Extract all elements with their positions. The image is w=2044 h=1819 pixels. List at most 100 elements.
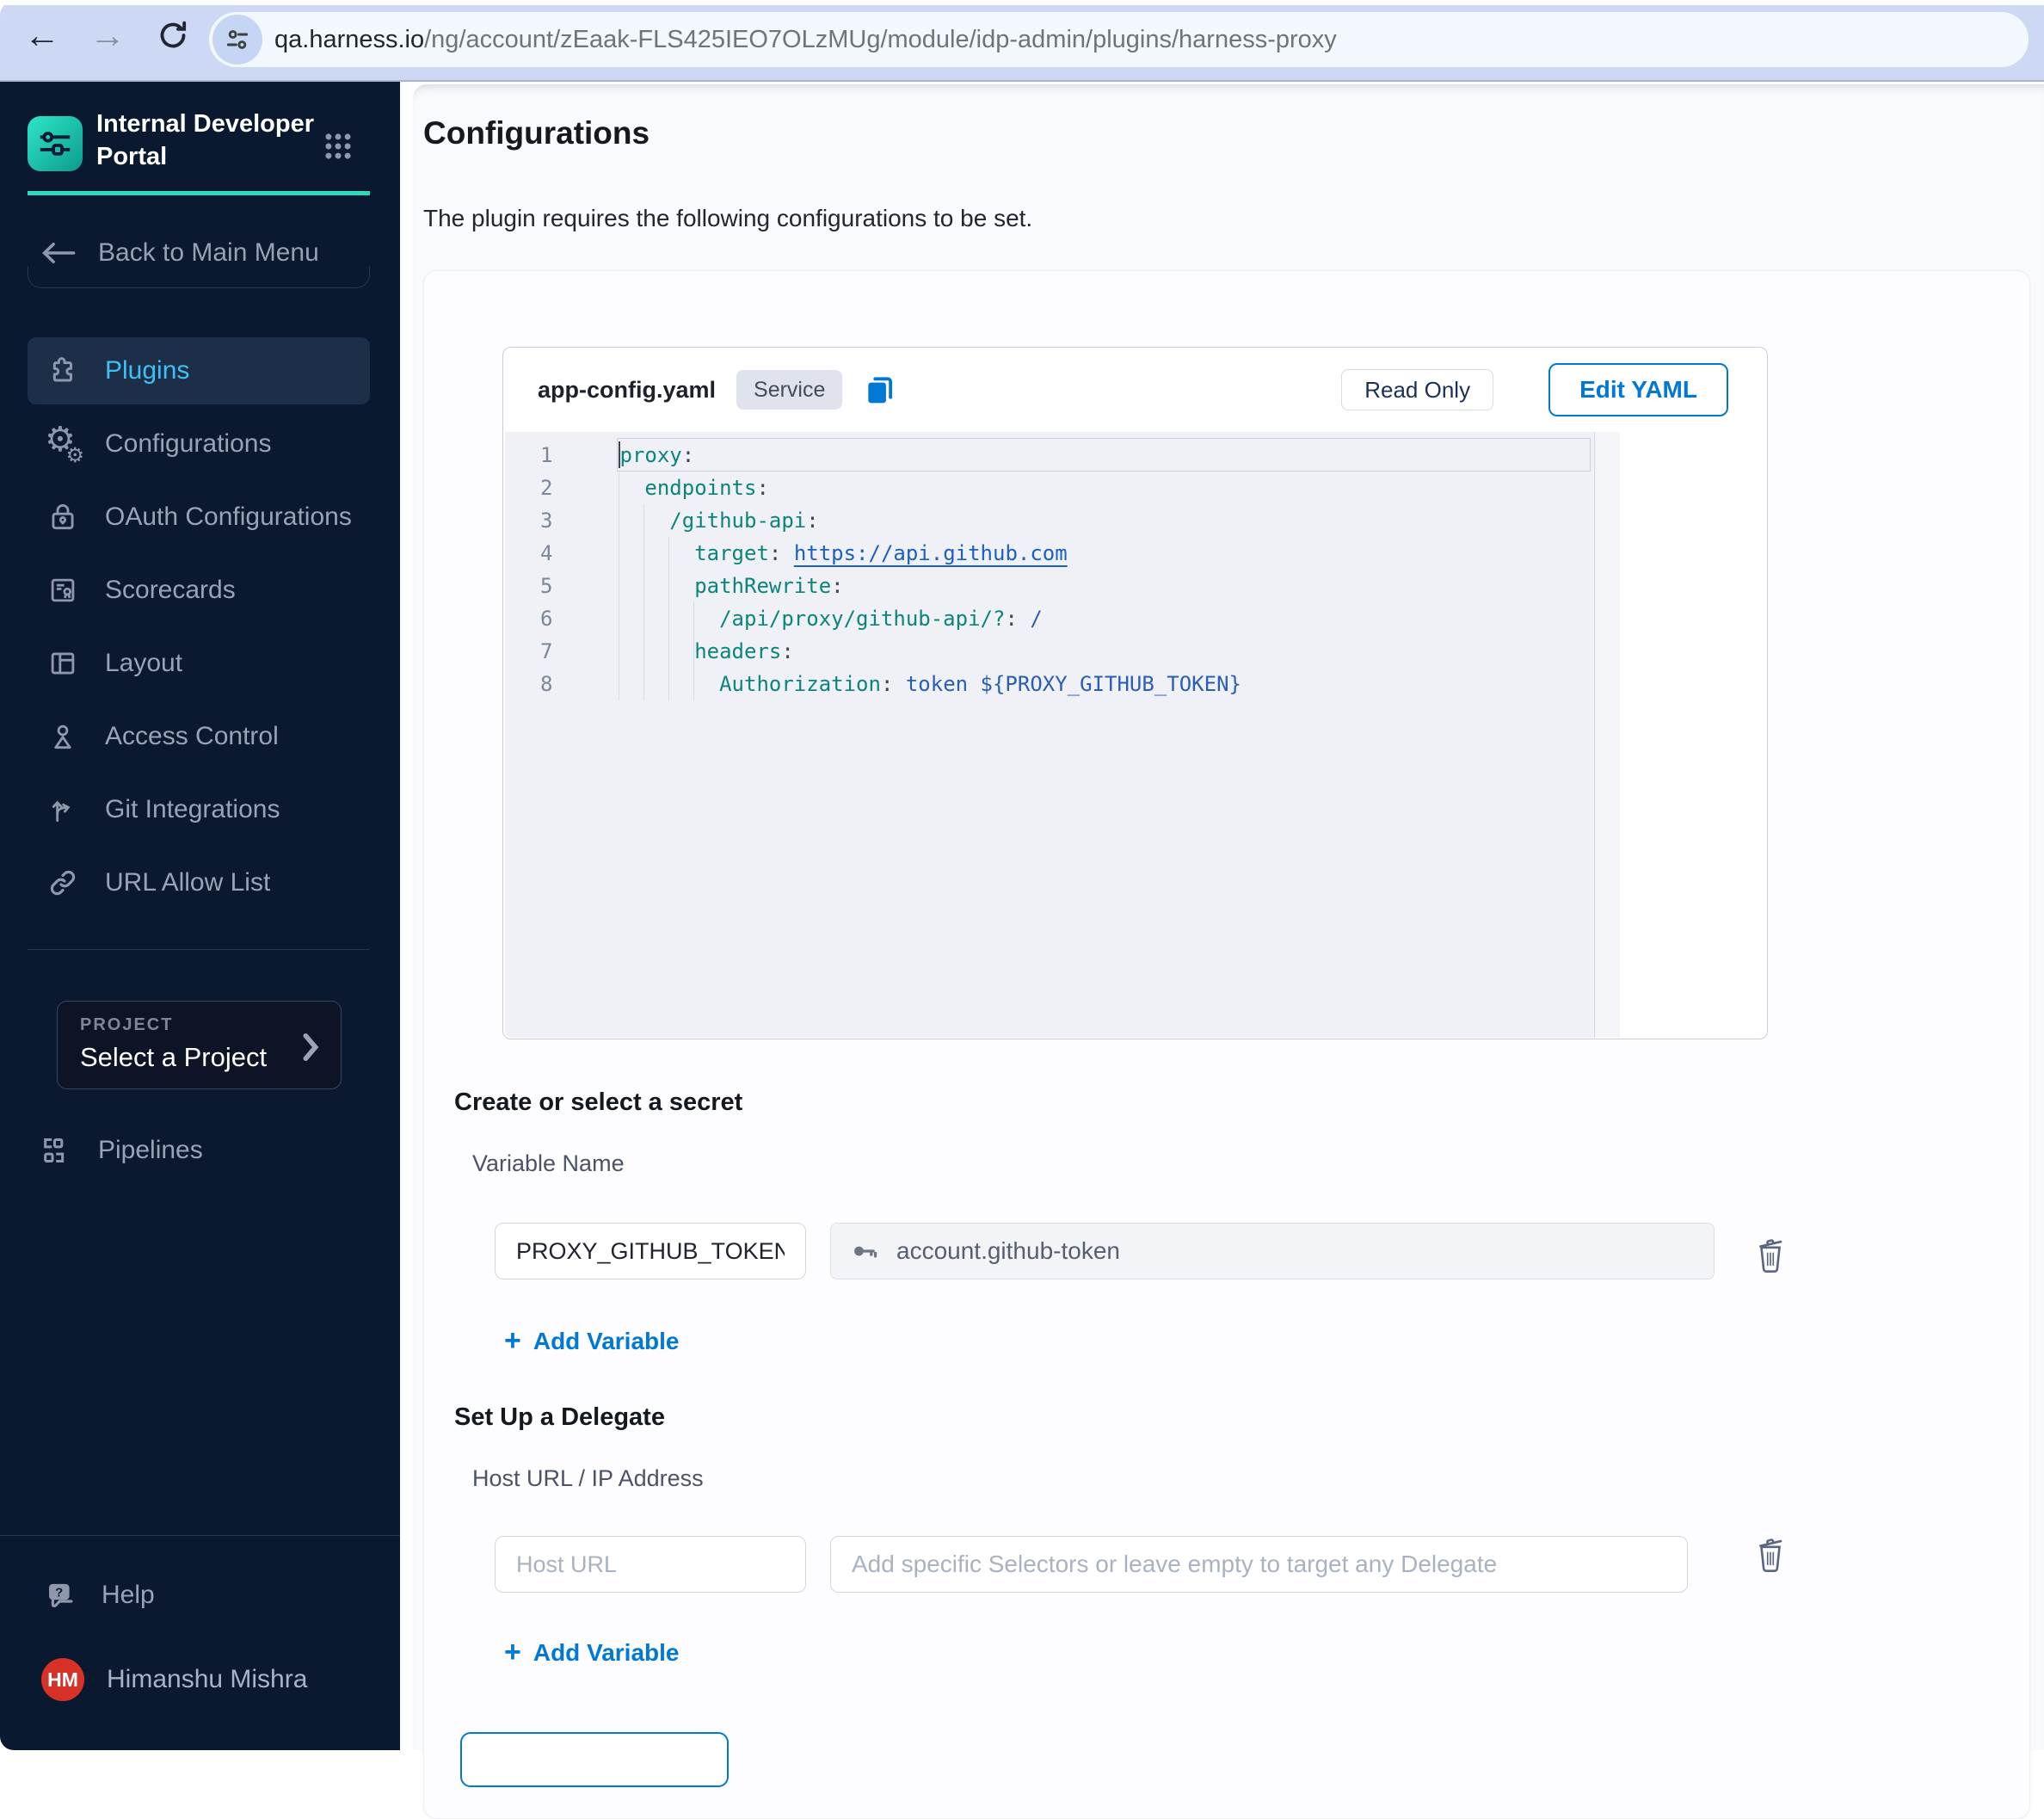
- chevron-right-icon: [303, 1033, 319, 1062]
- git-branch-icon: [45, 792, 81, 827]
- delete-delegate-row-button[interactable]: [1753, 1534, 1788, 1574]
- page-title: Configurations: [423, 115, 650, 151]
- line-number: 7: [540, 639, 553, 663]
- line-numbers: 1 2 3 4 5 6 7 8: [505, 439, 553, 700]
- arrow-left-icon: [42, 242, 76, 264]
- sidebar-footer-divider: [0, 1535, 400, 1536]
- avatar: HM: [41, 1658, 84, 1701]
- plus-icon: +: [504, 1324, 521, 1357]
- sidebar-item-label: Git Integrations: [105, 795, 280, 823]
- variable-name-label: Variable Name: [472, 1150, 625, 1176]
- sidebar-item-label: Configurations: [105, 429, 272, 458]
- variable-name-input[interactable]: [495, 1223, 806, 1279]
- sidebar: Internal Developer Portal Back to Main M…: [0, 82, 400, 1750]
- secret-section-heading: Create or select a secret: [454, 1088, 743, 1116]
- yaml-target-link[interactable]: https://api.github.com: [794, 541, 1068, 565]
- help-button[interactable]: ? Help: [43, 1577, 155, 1613]
- help-chat-icon: ?: [49, 1583, 73, 1607]
- delegate-section-heading: Set Up a Delegate: [454, 1403, 665, 1431]
- project-selector[interactable]: PROJECT Select a Project: [57, 1001, 342, 1089]
- save-configurations-button[interactable]: [460, 1732, 729, 1787]
- sidebar-item-pipelines[interactable]: Pipelines: [40, 1133, 203, 1168]
- sidebar-item-label: Plugins: [105, 356, 190, 385]
- delete-secret-row-button[interactable]: [1753, 1235, 1788, 1274]
- secret-value: account.github-token: [896, 1237, 1120, 1264]
- sidebar-item-git-integrations[interactable]: Git Integrations: [28, 776, 370, 843]
- configurations-card: app-config.yaml Service Read Only Edit Y…: [423, 270, 2030, 1819]
- secret-select-field[interactable]: account.github-token: [830, 1223, 1715, 1279]
- service-badge: Service: [736, 370, 843, 410]
- sidebar-item-label: Access Control: [105, 722, 279, 750]
- sidebar-item-plugins[interactable]: Plugins: [28, 337, 370, 404]
- gears-icon: ⚙ ⚙: [45, 421, 84, 467]
- line-number: 2: [540, 476, 553, 500]
- sidebar-item-configurations[interactable]: ⚙ ⚙ Configurations: [28, 410, 370, 478]
- code-line: /github-api:: [669, 509, 819, 533]
- idp-logo-icon: [40, 132, 71, 156]
- idp-logo[interactable]: [28, 116, 83, 171]
- line-number: 5: [540, 574, 553, 598]
- code-line: pathRewrite:: [694, 574, 844, 598]
- puzzle-icon: [45, 354, 81, 388]
- user-name: Himanshu Mishra: [107, 1665, 308, 1693]
- browser-back-button[interactable]: ←: [17, 10, 67, 60]
- code-line: Authorization: token ${PROXY_GITHUB_TOKE…: [719, 672, 1241, 696]
- site-info-button[interactable]: [212, 15, 262, 65]
- add-variable-label: Add Variable: [533, 1638, 680, 1666]
- scorecard-icon: [45, 574, 81, 607]
- host-url-label: Host URL / IP Address: [472, 1465, 704, 1491]
- copy-button[interactable]: [863, 373, 896, 407]
- sidebar-item-url-allow-list[interactable]: URL Allow List: [28, 849, 370, 916]
- sidebar-item-label: OAuth Configurations: [105, 503, 352, 531]
- read-only-button[interactable]: Read Only: [1341, 369, 1494, 410]
- trash-icon: [1759, 1538, 1782, 1573]
- address-bar[interactable]: qa.harness.io/ng/account/zEaak-FLS425IEO…: [209, 12, 2029, 67]
- tune-icon: [226, 30, 249, 49]
- grid-icon: [325, 133, 351, 159]
- yaml-editor[interactable]: 1 2 3 4 5 6 7 8 proxy: endpoints: /github-api: …: [504, 432, 1620, 1038]
- editor-scrollbar[interactable]: [1595, 432, 1620, 1038]
- sidebar-item-layout[interactable]: Layout: [28, 630, 370, 697]
- main-area: Configurations The plugin requires the f…: [400, 82, 2044, 1819]
- reload-icon: [160, 21, 187, 48]
- sidebar-item-scorecards[interactable]: Scorecards: [28, 557, 370, 624]
- yaml-filename: app-config.yaml: [538, 376, 717, 403]
- back-label: Back to Main Menu: [98, 238, 319, 267]
- code-line: headers:: [694, 639, 794, 663]
- browser-forward-button[interactable]: →: [83, 10, 132, 60]
- app-title: Internal Developer Portal: [96, 110, 315, 170]
- sidebar-item-oauth-configurations[interactable]: OAuth Configurations: [28, 484, 370, 551]
- delegate-selectors-input[interactable]: [830, 1536, 1688, 1593]
- browser-reload-button[interactable]: [148, 10, 198, 60]
- code-line: endpoints:: [644, 476, 769, 500]
- lock-icon: [45, 500, 81, 534]
- host-url-input[interactable]: [495, 1536, 806, 1593]
- layout-icon: [45, 647, 81, 680]
- page-subtitle: The plugin requires the following config…: [423, 205, 1033, 231]
- line-number: 4: [540, 541, 553, 565]
- yaml-card: app-config.yaml Service Read Only Edit Y…: [502, 347, 1768, 1039]
- add-variable-label: Add Variable: [533, 1327, 680, 1354]
- line-number: 1: [540, 443, 553, 467]
- line-number: 6: [540, 607, 553, 631]
- module-grid-button[interactable]: [322, 130, 354, 167]
- sidebar-item-label: Scorecards: [105, 576, 236, 604]
- key-icon: [854, 1246, 877, 1258]
- browser-toolbar: ← → qa.harness.io/ng/account/zEaak-FLS42…: [0, 0, 2044, 82]
- edit-yaml-button[interactable]: Edit YAML: [1548, 363, 1728, 416]
- sidebar-item-access-control[interactable]: Access Control: [28, 703, 370, 770]
- sidebar-item-label: Layout: [105, 649, 183, 677]
- person-icon: [45, 719, 81, 754]
- add-variable-button-secret[interactable]: + Add Variable: [504, 1324, 679, 1358]
- help-label: Help: [102, 1581, 155, 1609]
- add-variable-button-delegate[interactable]: + Add Variable: [504, 1636, 679, 1669]
- user-profile[interactable]: HM Himanshu Mishra: [41, 1658, 307, 1701]
- sidebar-item-label: URL Allow List: [105, 868, 271, 897]
- svg-text:?: ?: [55, 1586, 63, 1600]
- line-number: 8: [540, 672, 553, 696]
- sidebar-section-divider: [28, 266, 370, 288]
- back-to-main-menu[interactable]: Back to Main Menu: [40, 238, 319, 268]
- code-line: proxy:: [619, 443, 695, 467]
- code-line: target: https://api.github.com: [694, 541, 1068, 565]
- pipelines-icon: [44, 1138, 65, 1162]
